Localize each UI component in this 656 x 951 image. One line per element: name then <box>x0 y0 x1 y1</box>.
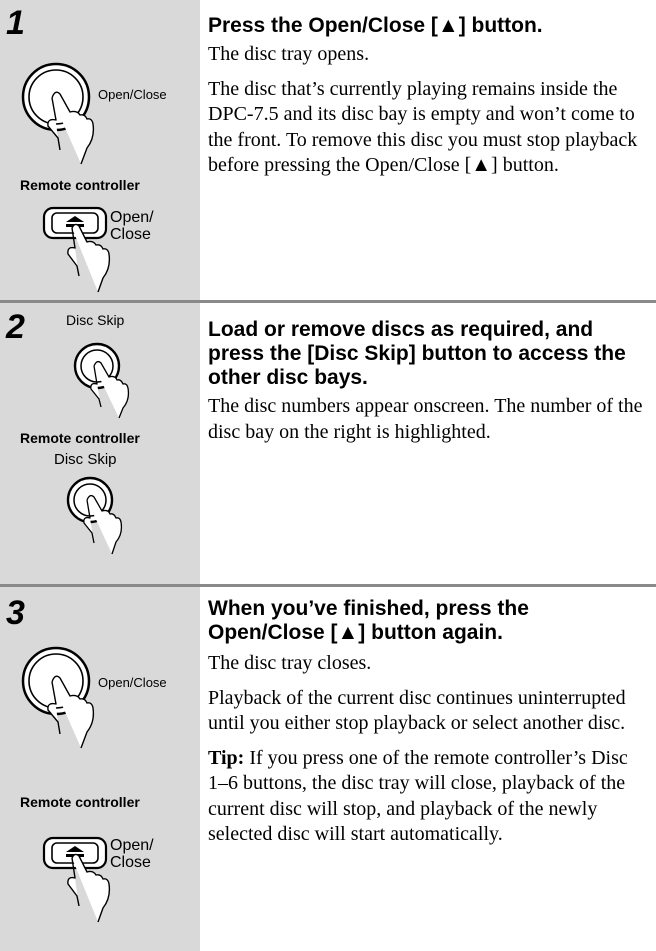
step-3-content: When you’ve finished, press the Open/Clo… <box>208 597 648 848</box>
tip-label: Tip: <box>208 746 245 769</box>
step-3-heading: When you’ve finished, press the Open/Clo… <box>208 597 529 644</box>
step-2-paragraph: The disc numbers appear onscreen. The nu… <box>208 395 643 443</box>
step-3-paragraph: Playback of the current disc continues u… <box>208 686 626 735</box>
tip-paragraph: Tip: If you press one of the remote cont… <box>208 746 648 848</box>
step-2-content: Load or remove discs as required, and pr… <box>208 318 648 445</box>
step-3-paragraph: The disc tray closes. <box>208 652 372 674</box>
step-1-paragraph: The disc tray opens. <box>208 43 370 65</box>
step-1-content: Press the Open/Close [▲] button. The dis… <box>208 14 648 179</box>
step-1-heading: Press the Open/Close [▲] button. <box>208 14 543 37</box>
tip-text: If you press one of the remote controlle… <box>208 746 628 846</box>
step-1-paragraph: The disc that’s currently playing remain… <box>208 77 638 177</box>
step-2-heading: Load or remove discs as required, and pr… <box>208 318 626 389</box>
eject-button-hand-icon <box>42 836 111 923</box>
manual-page: 1 Open/Close Remote controller Open/ Clo… <box>0 0 656 951</box>
remote-open-close-label: Open/ Close <box>110 837 154 871</box>
